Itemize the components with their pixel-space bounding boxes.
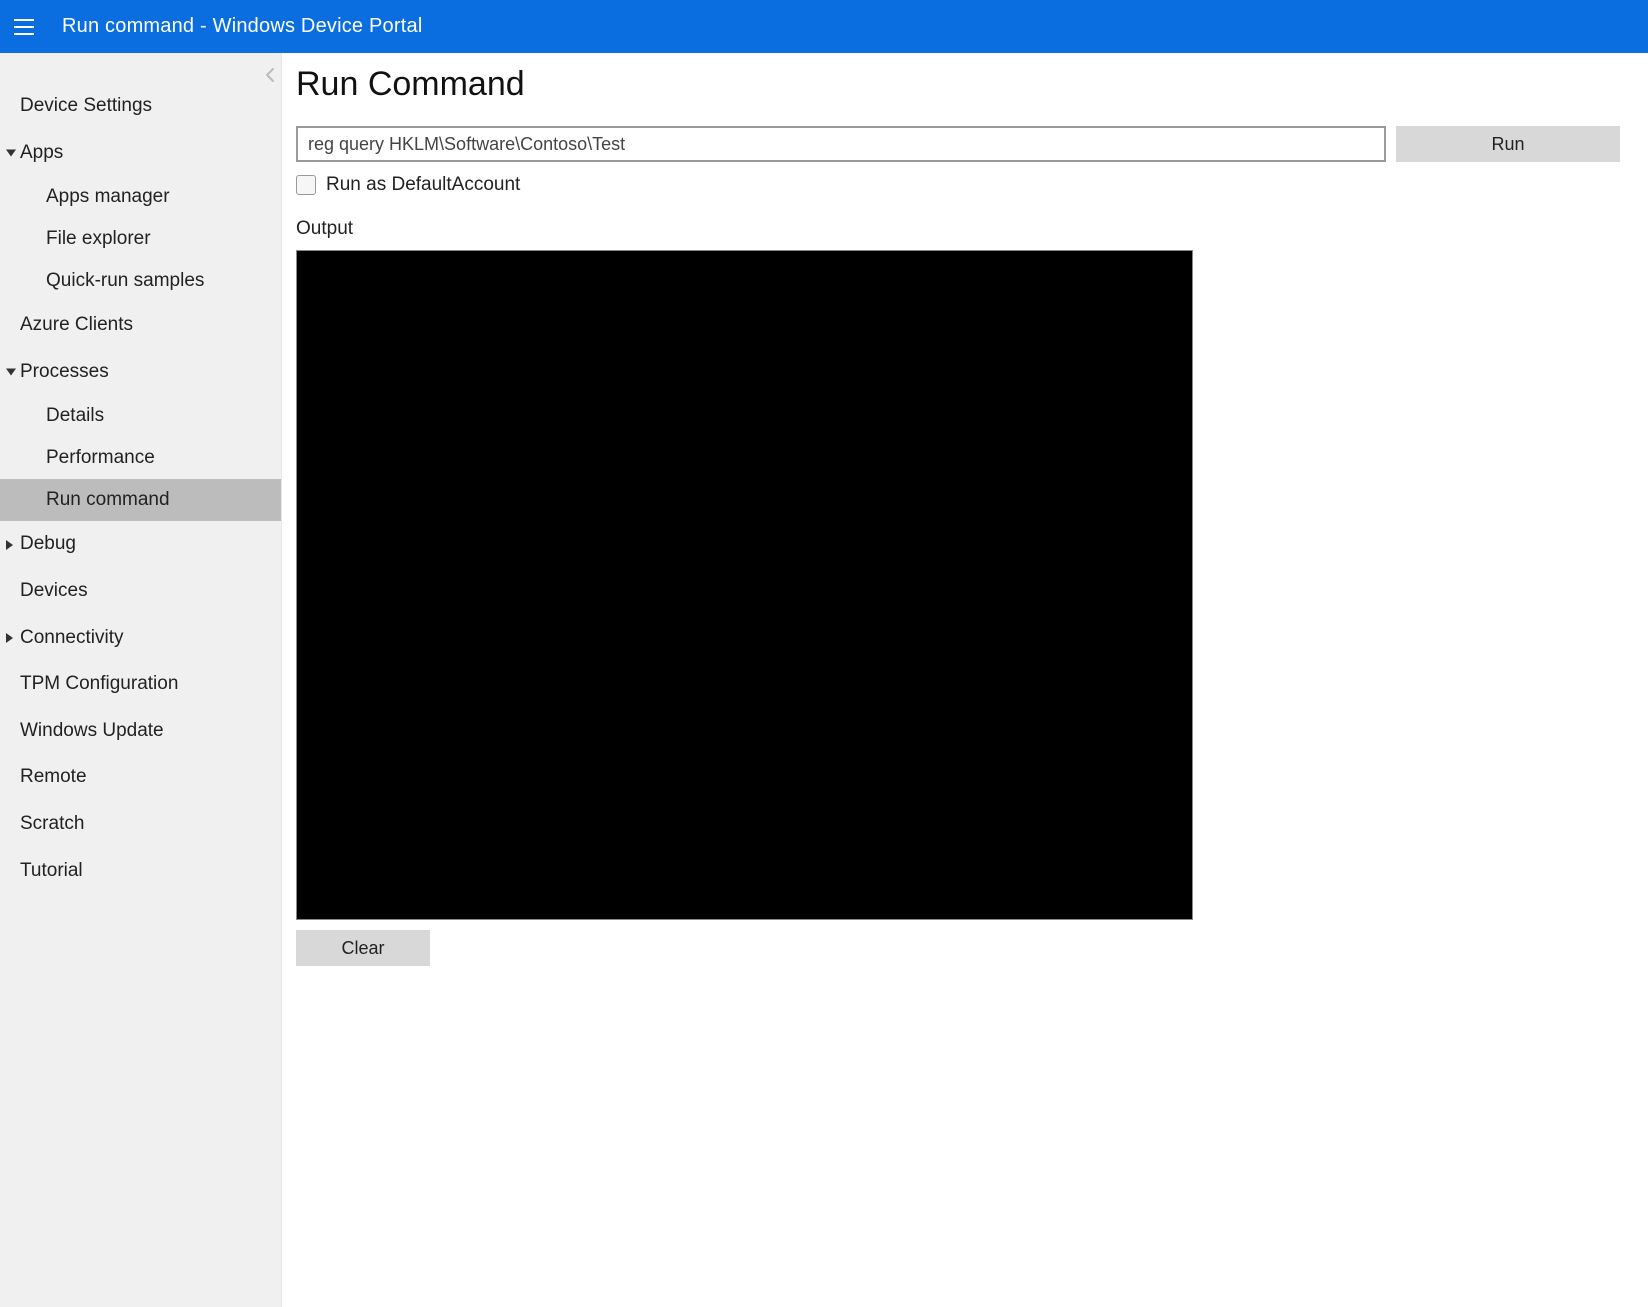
output-console[interactable] (296, 250, 1193, 920)
sidebar-item-azure-clients[interactable]: Azure Clients (0, 302, 281, 349)
caret-down-icon (6, 369, 16, 376)
output-heading: Output (296, 218, 1620, 240)
clear-button[interactable]: Clear (296, 930, 430, 966)
sidebar-item-devices[interactable]: Devices (0, 568, 281, 615)
sidebar-item-label: Connectivity (20, 627, 124, 648)
sidebar-item-quick-run-samples[interactable]: Quick-run samples (0, 260, 281, 302)
sidebar-item-device-settings[interactable]: Device Settings (0, 83, 281, 130)
sidebar-item-tpm-configuration[interactable]: TPM Configuration (0, 661, 281, 708)
sidebar-item-label: Apps (20, 142, 63, 163)
sidebar-item-debug[interactable]: Debug (0, 521, 281, 568)
sidebar-item-windows-update[interactable]: Windows Update (0, 708, 281, 755)
sidebar-item-label: Processes (20, 361, 109, 382)
sidebar-item-run-command[interactable]: Run command (0, 479, 281, 521)
sidebar-item-apps-manager[interactable]: Apps manager (0, 176, 281, 218)
sidebar-item-label: Debug (20, 533, 76, 554)
sidebar-item-performance[interactable]: Performance (0, 437, 281, 479)
sidebar-item-details[interactable]: Details (0, 395, 281, 437)
collapse-sidebar-icon[interactable] (258, 63, 282, 87)
main-content: Run Command Run Run as DefaultAccount Ou… (282, 53, 1648, 1307)
sidebar-item-scratch[interactable]: Scratch (0, 801, 281, 848)
header-title: Run command - Windows Device Portal (62, 15, 422, 38)
page-title: Run Command (296, 65, 1620, 104)
sidebar-item-tutorial[interactable]: Tutorial (0, 848, 281, 895)
caret-right-icon (6, 540, 13, 550)
sidebar-item-file-explorer[interactable]: File explorer (0, 218, 281, 260)
run-as-default-account-label: Run as DefaultAccount (326, 174, 520, 196)
sidebar-item-connectivity[interactable]: Connectivity (0, 615, 281, 662)
hamburger-icon[interactable] (14, 15, 38, 39)
sidebar-item-remote[interactable]: Remote (0, 754, 281, 801)
run-as-default-account-checkbox[interactable] (296, 175, 316, 195)
sidebar: Device Settings Apps Apps manager File e… (0, 53, 282, 1307)
command-input[interactable] (296, 126, 1386, 162)
sidebar-item-processes[interactable]: Processes (0, 349, 281, 396)
sidebar-item-apps[interactable]: Apps (0, 130, 281, 177)
caret-down-icon (6, 149, 16, 156)
run-button[interactable]: Run (1396, 126, 1620, 162)
app-header: Run command - Windows Device Portal (0, 0, 1648, 53)
caret-right-icon (6, 633, 13, 643)
